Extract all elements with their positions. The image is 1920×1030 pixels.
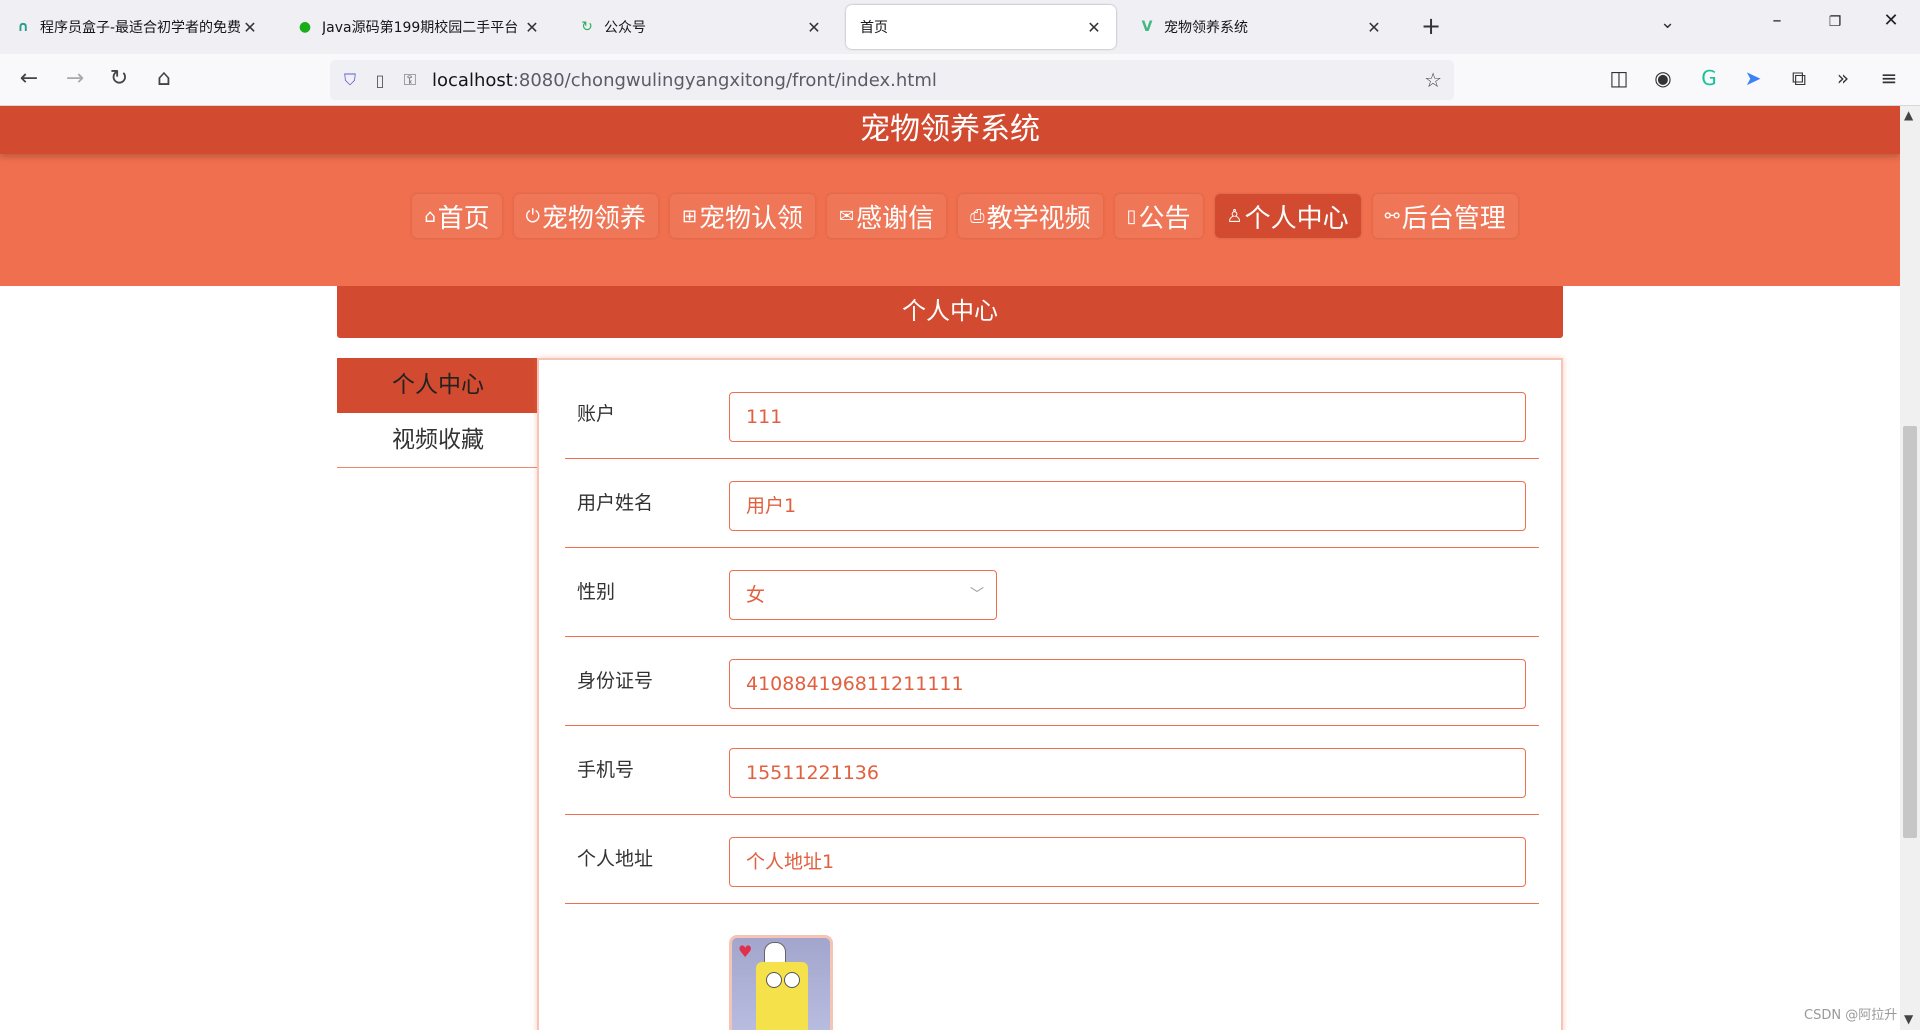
tab-title: 首页 [860, 20, 888, 36]
address-input[interactable]: 个人地址1 [729, 837, 1526, 887]
tab-title: Java源码第199期校园二手平台 [322, 20, 519, 36]
main-menu: ⌂ 首页 ⏻ 宠物领养 ⊞ 宠物认领 ✉ 感谢信 ⎙ 教学视频 ▯ 公告 ♙ 个人中心 ⚯ 后台… [0, 194, 1900, 238]
scroll-down-icon[interactable]: ▼ [1904, 1012, 1913, 1026]
menu-item-thanks[interactable]: ✉ 感谢信 [827, 194, 947, 238]
id-label: 身份证号 [577, 670, 654, 692]
close-icon[interactable]: ✕ [804, 18, 824, 37]
cursor-icon[interactable]: ➤ [1738, 66, 1768, 90]
gender-label: 性别 [577, 581, 616, 603]
phone-label: 手机号 [577, 759, 635, 781]
browser-nav-bar: ← → ↻ ⌂ ⛉ ▯ ⚿ localhost:8080/chongwuling… [0, 54, 1920, 106]
close-icon[interactable]: ✕ [240, 18, 260, 37]
form-row-name: 用户姓名 用户1 [565, 459, 1539, 548]
tab-title: 公众号 [604, 20, 646, 36]
menu-item-videos[interactable]: ⎙ 教学视频 [958, 194, 1103, 238]
back-icon[interactable]: ← [14, 66, 44, 91]
bookmark-star-icon[interactable]: ☆ [1424, 68, 1442, 92]
sidebar-item-profile[interactable]: 个人中心 [337, 358, 537, 413]
vue-icon: V [1141, 19, 1153, 35]
tab-list-chevron-icon[interactable]: ⌄ [1660, 12, 1675, 33]
minimize-icon[interactable]: – [1762, 10, 1792, 31]
form-row-id: 身份证号 410884196811211111 [565, 637, 1539, 726]
gender-value: 女 [746, 584, 766, 606]
menu-item-adopt[interactable]: ⏻ 宠物领养 [513, 194, 658, 238]
site-nav: ⌂ 首页 ⏻ 宠物领养 ⊞ 宠物认领 ✉ 感谢信 ⎙ 教学视频 ▯ 公告 ♙ 个人中心 ⚯ 后台… [0, 154, 1900, 286]
user-icon: ♙ [1226, 205, 1243, 227]
close-icon[interactable]: ✕ [1084, 18, 1104, 37]
shield-icon[interactable]: ⛉ [336, 70, 364, 90]
book-icon: ▯ [1126, 205, 1137, 227]
home-icon: ⌂ [424, 205, 436, 227]
page-viewport: 宠物领养系统 ⌂ 首页 ⏻ 宠物领养 ⊞ 宠物认领 ✉ 感谢信 ⎙ 教学视频 ▯ 公告 ♙ 个… [0, 106, 1900, 1030]
url-text[interactable]: localhost:8080/chongwulingyangxitong/fro… [432, 70, 937, 91]
page-title: 个人中心 [337, 286, 1563, 338]
mail-icon: ✉ [839, 205, 855, 227]
form-row-phone: 手机号 15511221136 [565, 726, 1539, 815]
browser-tab-active[interactable]: 首页 ✕ [846, 5, 1116, 49]
phone-input[interactable]: 15511221136 [729, 748, 1526, 798]
browser-tab[interactable]: ● Java源码第199期校园二手平台 ✕ [284, 5, 554, 49]
browser-tab-bar: ∩ 程序员盒子-最适合初学者的免费 ✕ ● Java源码第199期校园二手平台 … [0, 0, 1920, 54]
site-title: 宠物领养系统 [0, 106, 1900, 154]
sidebar-item-video-favorites[interactable]: 视频收藏 [337, 413, 537, 468]
name-input[interactable]: 用户1 [729, 481, 1526, 531]
address-label: 个人地址 [577, 848, 654, 870]
link-icon: ⚯ [1384, 205, 1400, 227]
gender-select[interactable]: 女 ﹀ [729, 570, 997, 620]
grammarly-icon[interactable]: G [1694, 66, 1724, 90]
wechat-icon: ● [298, 19, 312, 35]
watermark: CSDN @阿拉升 [1804, 1008, 1898, 1023]
account-label: 账户 [577, 403, 616, 425]
extensions-icon[interactable]: ⧉ [1784, 66, 1814, 90]
sidebar: 个人中心 视频收藏 [337, 358, 537, 468]
avatar[interactable]: ♥ [729, 935, 833, 1030]
overflow-chevron-icon[interactable]: » [1828, 66, 1858, 90]
chevron-down-icon: ﹀ [970, 587, 984, 603]
menu-item-admin[interactable]: ⚯ 后台管理 [1372, 194, 1518, 238]
menu-icon[interactable]: ≡ [1874, 66, 1904, 90]
menu-item-profile[interactable]: ♙ 个人中心 [1214, 194, 1361, 238]
tab-title: 程序员盒子-最适合初学者的免费 [40, 20, 240, 36]
menu-item-claim[interactable]: ⊞ 宠物认领 [669, 194, 816, 238]
page-scrollbar[interactable]: ▲ ▼ [1900, 106, 1920, 1030]
page-icon: ▯ [375, 70, 385, 90]
gift-icon: ⊞ [681, 205, 698, 227]
loop-icon: ↻ [581, 19, 593, 35]
forward-icon[interactable]: → [60, 66, 90, 91]
url-bar[interactable]: ⛉ ▯ ⚿ localhost:8080/chongwulingyangxito… [330, 60, 1454, 100]
id-number-input[interactable]: 410884196811211111 [729, 659, 1526, 709]
form-row-address: 个人地址 个人地址1 [565, 815, 1539, 904]
scrollbar-thumb[interactable] [1903, 426, 1917, 838]
close-icon[interactable]: ✕ [522, 18, 542, 37]
form-row-gender: 性别 女 ﹀ [565, 548, 1539, 637]
account-input[interactable]: 111 [729, 392, 1526, 442]
extension-avatar-icon[interactable]: ◉ [1648, 66, 1678, 90]
close-icon[interactable]: ✕ [1364, 18, 1384, 37]
menu-item-home[interactable]: ⌂ 首页 [412, 194, 502, 238]
window-close-icon[interactable]: ✕ [1876, 10, 1906, 31]
name-label: 用户姓名 [577, 492, 654, 514]
new-tab-icon[interactable]: + [1416, 12, 1446, 40]
home-icon[interactable]: ⌂ [149, 66, 179, 91]
key-icon[interactable]: ⚿ [396, 70, 424, 90]
power-icon: ⏻ [525, 205, 540, 227]
tab-title: 宠物领养系统 [1164, 20, 1248, 36]
restore-icon[interactable]: ❐ [1820, 14, 1850, 30]
form-row-account: 账户 111 [565, 370, 1539, 459]
pocket-icon[interactable]: ◫ [1604, 66, 1634, 90]
browser-tab[interactable]: V 宠物领养系统 ✕ [1126, 5, 1396, 49]
reload-icon[interactable]: ↻ [104, 66, 134, 91]
printer-icon: ⎙ [970, 205, 985, 227]
n-logo-icon: ∩ [17, 19, 29, 35]
scroll-up-icon[interactable]: ▲ [1904, 108, 1913, 122]
profile-form: 账户 111 用户姓名 用户1 性别 女 ﹀ 身份证号 410884196811… [537, 358, 1563, 1030]
menu-item-notice[interactable]: ▯ 公告 [1114, 194, 1203, 238]
heart-icon: ♥ [738, 942, 753, 961]
browser-tab[interactable]: ↻ 公众号 ✕ [566, 5, 836, 49]
browser-tab[interactable]: ∩ 程序员盒子-最适合初学者的免费 ✕ [2, 5, 272, 49]
